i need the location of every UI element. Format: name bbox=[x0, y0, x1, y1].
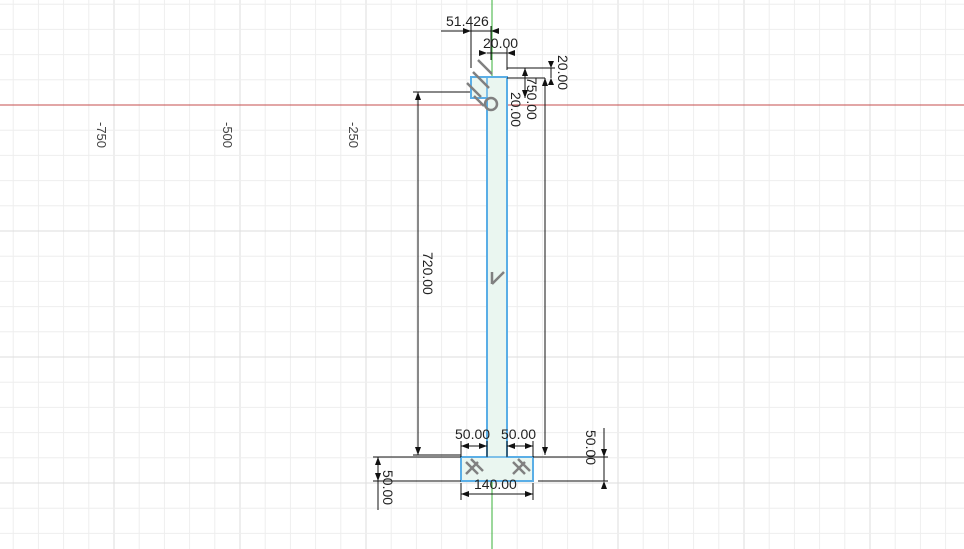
ruler-label-neg500: -500 bbox=[220, 122, 235, 148]
dim-top-flange-thickness[interactable]: 20.00 bbox=[555, 55, 571, 90]
ruler-label-neg250: -250 bbox=[346, 122, 361, 148]
dim-top-offset[interactable]: 51.426 bbox=[446, 13, 489, 29]
dim-base-right-overhang[interactable]: 50.00 bbox=[501, 426, 536, 442]
ruler-label-neg750: -750 bbox=[94, 122, 109, 148]
dim-base-left-overhang[interactable]: 50.00 bbox=[455, 426, 490, 442]
dim-top-flange-width[interactable]: 20.00 bbox=[483, 35, 518, 51]
dim-base-height-right[interactable]: 50.00 bbox=[583, 430, 599, 465]
dim-base-height-left[interactable]: 50.00 bbox=[380, 470, 396, 505]
dim-web-height[interactable]: 720.00 bbox=[420, 252, 436, 295]
dim-web-top-offset[interactable]: 20.00 bbox=[508, 92, 524, 127]
ruler-labels: -750 -500 -250 bbox=[94, 122, 361, 148]
sketch-canvas[interactable]: -750 -500 -250 51.426 20.00 20.00 20.00 … bbox=[0, 0, 964, 549]
dim-total-height[interactable]: 750.00 bbox=[524, 77, 540, 120]
dim-base-width[interactable]: 140.00 bbox=[474, 476, 517, 492]
